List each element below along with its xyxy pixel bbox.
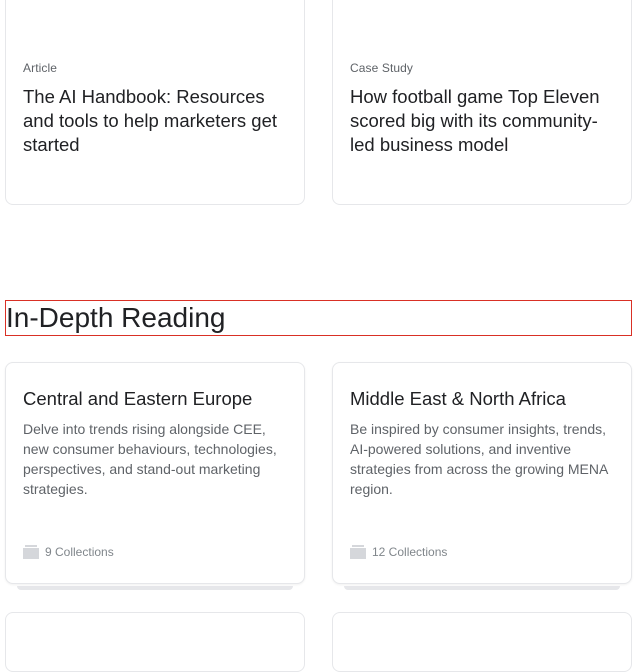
- article-card[interactable]: Article The AI Handbook: Resources and t…: [5, 0, 305, 205]
- collection-meta: 9 Collections: [23, 543, 114, 561]
- folder-icon: [23, 545, 39, 559]
- collection-card-next[interactable]: [5, 612, 305, 672]
- collection-title[interactable]: Central and Eastern Europe: [23, 387, 298, 411]
- card-eyebrow: Article: [23, 61, 58, 75]
- collection-card-mena[interactable]: Middle East & North Africa Be inspired b…: [332, 362, 632, 584]
- collection-card-next[interactable]: [332, 612, 632, 672]
- card-stack-shadow: [17, 586, 293, 590]
- card-eyebrow: Case Study: [350, 61, 414, 75]
- case-study-card[interactable]: Case Study How football game Top Eleven …: [332, 0, 632, 205]
- card-stack-shadow: [344, 586, 620, 590]
- collection-description: Delve into trends rising alongside CEE, …: [23, 421, 277, 497]
- collection-count: 9 Collections: [45, 545, 114, 559]
- collection-card-cee[interactable]: Central and Eastern Europe Delve into tr…: [5, 362, 305, 584]
- collection-meta: 12 Collections: [350, 543, 447, 561]
- folder-icon: [350, 545, 366, 559]
- section-title: In-Depth Reading: [5, 300, 632, 336]
- collection-count: 12 Collections: [372, 545, 448, 559]
- card-title[interactable]: The AI Handbook: Resources and tools to …: [23, 85, 293, 157]
- card-title[interactable]: How football game Top Eleven scored big …: [350, 85, 620, 157]
- collection-description: Be inspired by consumer insights, trends…: [350, 421, 608, 497]
- collection-title[interactable]: Middle East & North Africa: [350, 387, 625, 411]
